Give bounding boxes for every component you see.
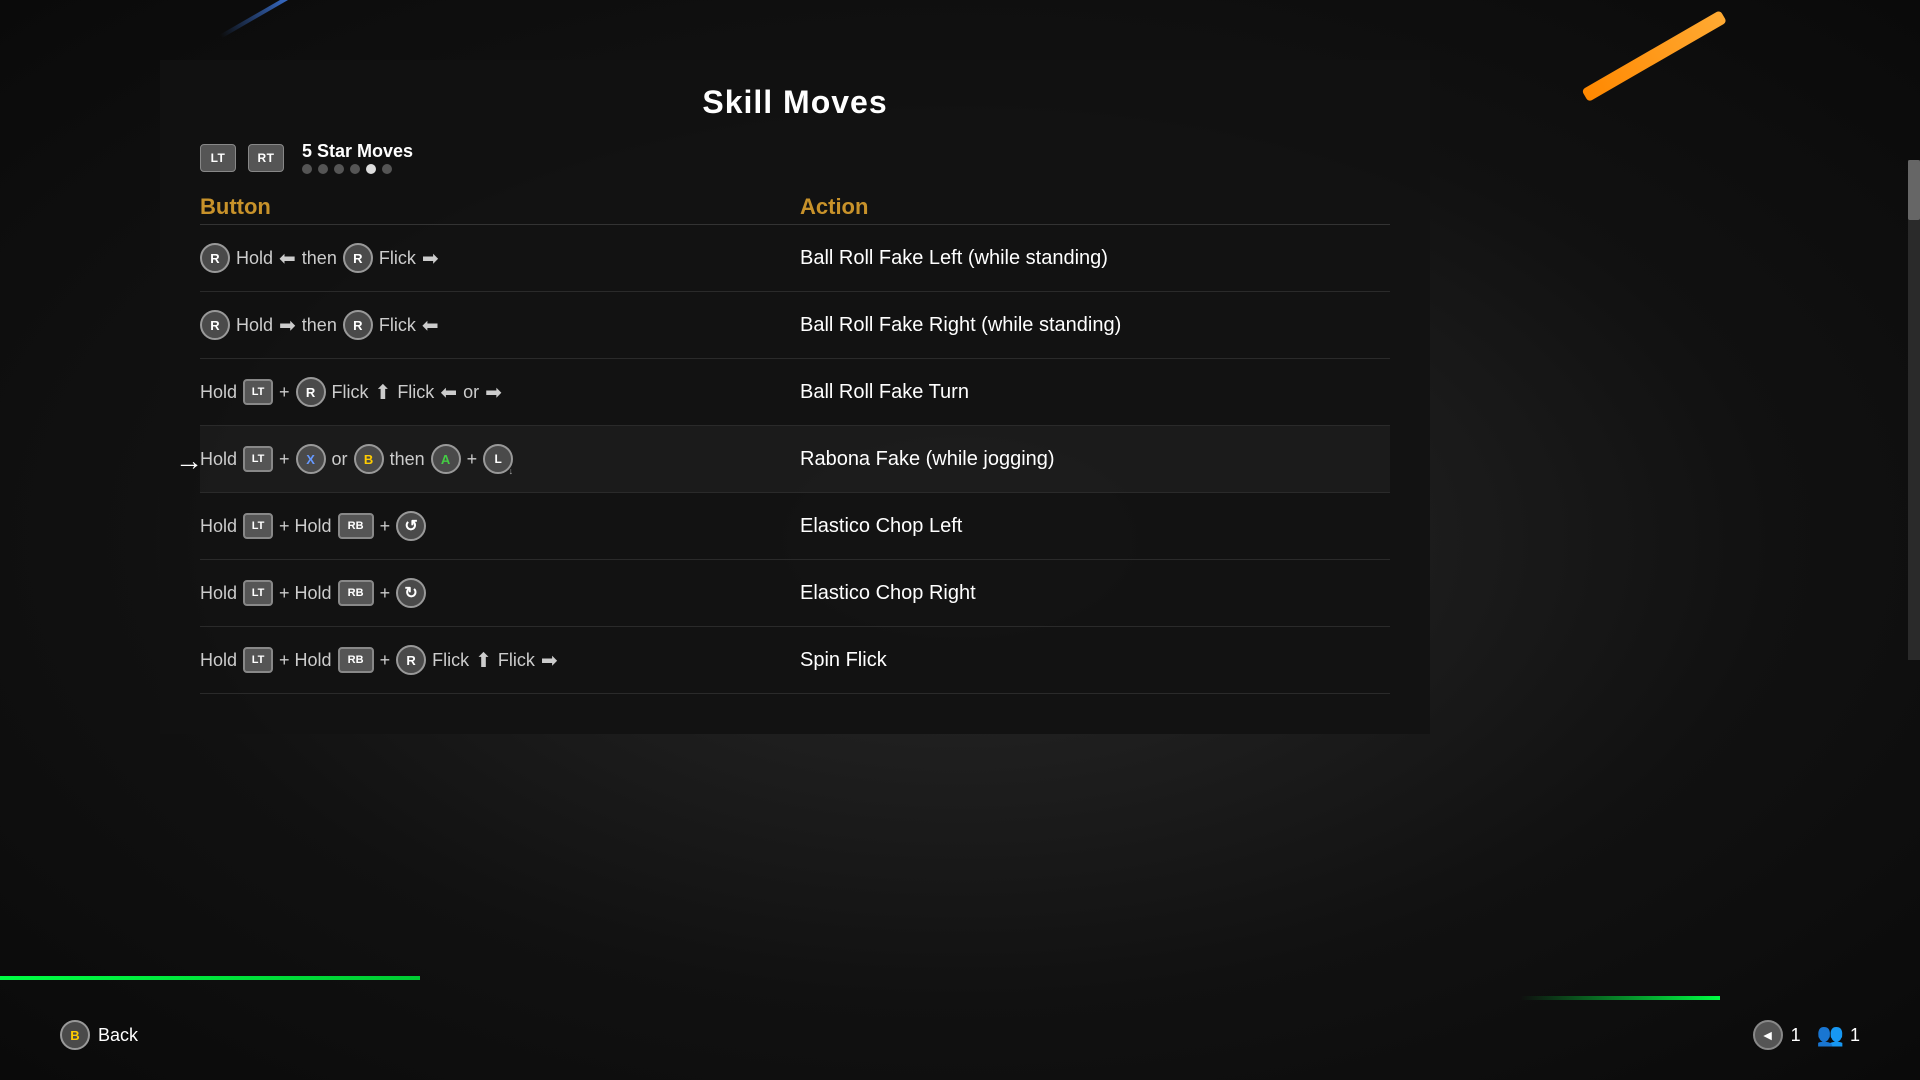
b-button-icon: B	[354, 444, 384, 474]
row-4-action: Rabona Fake (while jogging)	[800, 448, 1390, 471]
page-number: 1	[1791, 1025, 1801, 1046]
table-row: Hold LT + X or B then A + L↓ Rabona Fake…	[200, 426, 1390, 493]
players-number: 1	[1850, 1025, 1860, 1046]
button-column-header: Button	[200, 194, 800, 220]
row-7-action: Spin Flick	[800, 649, 1390, 672]
lt-button-icon: LT	[243, 647, 273, 673]
tab-title: 5 Star Moves	[302, 141, 413, 162]
lt-button-icon: LT	[243, 446, 273, 472]
r-button-icon: R	[343, 243, 373, 273]
row-6-button: Hold LT + Hold RB + ↻	[200, 578, 800, 608]
rb-button-icon: RB	[338, 513, 374, 539]
lt-button[interactable]: LT	[200, 144, 236, 172]
page-nav: ◄ 1	[1753, 1020, 1801, 1050]
row-5-button: Hold LT + Hold RB + ↺	[200, 511, 800, 541]
tab-dot-5[interactable]	[366, 164, 376, 174]
arrow-left-icon: ⬅	[422, 313, 439, 338]
arrow-right-icon: ➡	[485, 380, 502, 405]
page-prev-button[interactable]: ◄	[1753, 1020, 1783, 1050]
tab-dots	[302, 164, 413, 174]
table-row: Hold LT + Hold RB + ↻ Elastico Chop Righ…	[200, 560, 1390, 627]
rb-button-icon: RB	[338, 647, 374, 673]
r-button-icon: R	[396, 645, 426, 675]
row-3-action: Ball Roll Fake Turn	[800, 381, 1390, 404]
tab-dot-4[interactable]	[350, 164, 360, 174]
r-button-icon: R	[200, 310, 230, 340]
table-row: Hold LT + Hold RB + R Flick ⬆ Flick ➡ Sp…	[200, 627, 1390, 694]
table-row: Hold LT + Hold RB + ↺ Elastico Chop Left	[200, 493, 1390, 560]
tab-dot-2[interactable]	[318, 164, 328, 174]
row-4-button: Hold LT + X or B then A + L↓	[200, 444, 800, 474]
arrow-right-icon: ➡	[422, 246, 439, 271]
r-spin-right-icon: ↻	[396, 578, 426, 608]
page-info: ◄ 1 👥 1	[1753, 1020, 1860, 1050]
tab-dot-6[interactable]	[382, 164, 392, 174]
row-1-button: R Hold ⬅ then R Flick ➡	[200, 243, 800, 273]
bottom-bar: B Back ◄ 1 👥 1	[0, 1020, 1920, 1050]
bg-decoration-green	[0, 976, 420, 980]
row-3-button: Hold LT + R Flick ⬆ Flick ⬅ or ➡	[200, 377, 800, 407]
rt-button[interactable]: RT	[248, 144, 284, 172]
player-count: 👥 1	[1817, 1022, 1860, 1048]
lt-button-icon: LT	[243, 513, 273, 539]
a-button-icon: A	[431, 444, 461, 474]
bg-decoration-green2	[1520, 996, 1720, 1000]
l-button-icon: L↓	[483, 444, 513, 474]
selected-row-arrow: →	[175, 445, 203, 477]
r-button-icon: R	[343, 310, 373, 340]
page-title: Skill Moves	[200, 60, 1390, 137]
row-5-action: Elastico Chop Left	[800, 515, 1390, 538]
scrollbar-thumb[interactable]	[1908, 160, 1920, 220]
r-button-icon: R	[296, 377, 326, 407]
arrow-up-icon: ⬆	[375, 380, 392, 405]
table-row: R Hold ⬅ then R Flick ➡ Ball Roll Fake L…	[200, 225, 1390, 292]
players-icon: 👥	[1817, 1022, 1844, 1048]
arrow-up-icon: ⬆	[475, 648, 492, 673]
column-headers: Button Action	[200, 186, 1390, 225]
row-2-button: R Hold ➡ then R Flick ⬅	[200, 310, 800, 340]
scrollbar[interactable]	[1908, 160, 1920, 660]
back-label: Back	[98, 1025, 138, 1046]
tab-dot-3[interactable]	[334, 164, 344, 174]
table-row: R Hold ➡ then R Flick ⬅ Ball Roll Fake R…	[200, 292, 1390, 359]
rb-button-icon: RB	[338, 580, 374, 606]
x-button-icon: X	[296, 444, 326, 474]
b-button-back: B	[60, 1020, 90, 1050]
table-row: Hold LT + R Flick ⬆ Flick ⬅ or ➡ Ball Ro…	[200, 359, 1390, 426]
arrow-right-icon: ➡	[279, 313, 296, 338]
tab-dot-1[interactable]	[302, 164, 312, 174]
arrow-left-icon: ⬅	[440, 380, 457, 405]
back-button[interactable]: B Back	[60, 1020, 138, 1050]
r-spin-left-icon: ↺	[396, 511, 426, 541]
row-2-action: Ball Roll Fake Right (while standing)	[800, 314, 1390, 337]
lt-button-icon: LT	[243, 379, 273, 405]
main-panel: Skill Moves LT RT 5 Star Moves Button Ac…	[160, 60, 1430, 734]
row-1-action: Ball Roll Fake Left (while standing)	[800, 247, 1390, 270]
arrow-left-icon: ⬅	[279, 246, 296, 271]
r-button-icon: R	[200, 243, 230, 273]
tab-area: LT RT 5 Star Moves	[200, 137, 1390, 186]
lt-button-icon: LT	[243, 580, 273, 606]
row-6-action: Elastico Chop Right	[800, 582, 1390, 605]
action-column-header: Action	[800, 194, 1390, 220]
row-7-button: Hold LT + Hold RB + R Flick ⬆ Flick ➡	[200, 645, 800, 675]
arrow-right-icon: ➡	[541, 648, 558, 673]
